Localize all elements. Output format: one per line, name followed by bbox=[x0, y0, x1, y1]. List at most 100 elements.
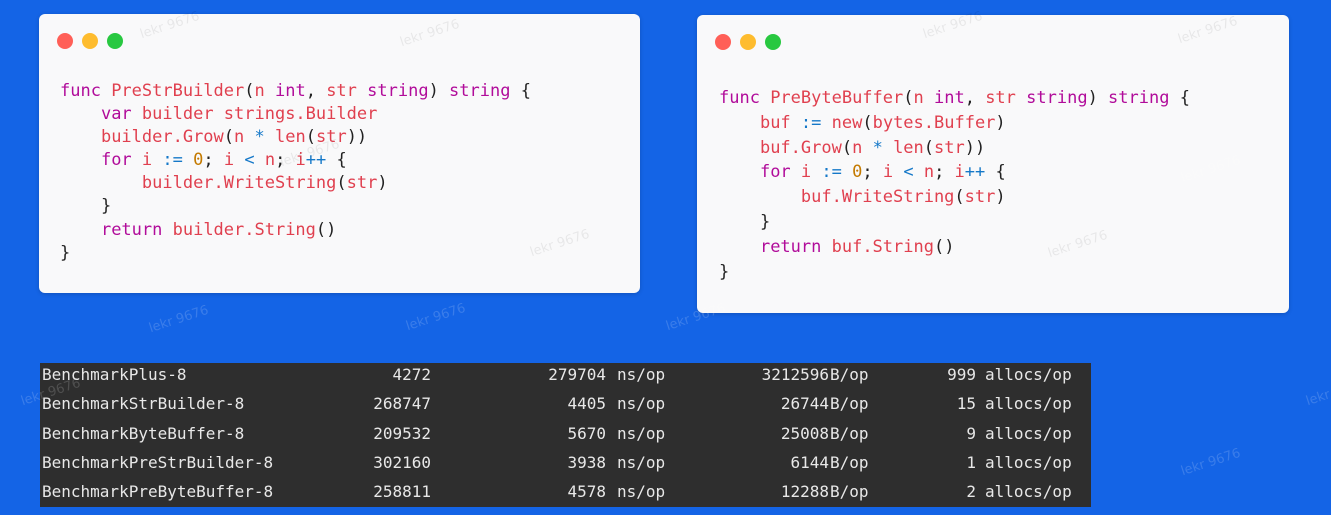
code-token: i bbox=[295, 150, 306, 171]
code-token: n bbox=[852, 137, 873, 158]
bytes-per-op-unit: B/op bbox=[830, 423, 869, 443]
code-window-left: func PreStrBuilder(n int, str string) st… bbox=[39, 9, 640, 293]
allocs-per-op-unit: allocs/op bbox=[985, 452, 1072, 472]
code-token: ) bbox=[995, 112, 1006, 133]
code-token: := bbox=[800, 112, 832, 133]
allocs-per-op-value: 2 bbox=[966, 482, 976, 502]
code-token: builder.String bbox=[172, 219, 316, 240]
bytes-per-op-unit: B/op bbox=[830, 482, 869, 502]
benchmark-row: BenchmarkPreStrBuilder-8 302160 3938 ns/op 6… bbox=[40, 451, 1091, 480]
code-token: str bbox=[346, 173, 378, 194]
benchmark-row: BenchmarkByteBuffer-8 209532 5670 ns/op 2500… bbox=[40, 422, 1091, 451]
window-controls bbox=[57, 33, 123, 49]
code-block-prestrbuilder: func PreStrBuilder(n int, str string) st… bbox=[60, 80, 531, 265]
code-token: < bbox=[244, 150, 265, 171]
code-token: string bbox=[367, 81, 429, 101]
code-line: return buf.String() bbox=[719, 235, 1190, 260]
benchmark-row: BenchmarkPreByteBuffer-8 258811 4578 ns/op 1… bbox=[40, 480, 1091, 509]
ns-per-op-unit: ns/op bbox=[617, 394, 666, 414]
code-token: ; bbox=[934, 162, 955, 183]
close-dot-icon bbox=[57, 33, 73, 49]
code-token: ; bbox=[275, 150, 296, 171]
code-token: { bbox=[995, 162, 1006, 183]
code-window-right: func PreByteBuffer(n int, str string) st… bbox=[697, 9, 1289, 313]
code-token: return bbox=[759, 236, 832, 257]
code-token: } bbox=[719, 261, 730, 282]
code-token: } bbox=[60, 196, 112, 217]
bytes-per-op-unit: B/op bbox=[830, 394, 869, 414]
code-token: 0 bbox=[852, 162, 863, 183]
code-token: str bbox=[964, 187, 996, 208]
code-token: ( bbox=[903, 88, 914, 108]
code-token: * bbox=[254, 127, 275, 148]
code-token: builder.WriteString bbox=[141, 173, 337, 194]
code-line: builder.Grow(n * len(str)) bbox=[60, 126, 531, 149]
minimize-dot-icon bbox=[740, 34, 756, 50]
bytes-per-op-unit: B/op bbox=[830, 365, 869, 384]
code-token: builder strings.Builder bbox=[141, 104, 378, 125]
ns-per-op-unit: ns/op bbox=[617, 365, 666, 384]
ns-per-op-value: 4578 bbox=[567, 482, 606, 502]
watermark: lekr 9676 bbox=[138, 8, 202, 43]
allocs-per-op-value: 15 bbox=[956, 394, 976, 414]
code-token: i bbox=[954, 162, 965, 183]
code-token: buf.Grow bbox=[759, 137, 842, 158]
bytes-per-op-value: 3212596 bbox=[761, 365, 829, 384]
code-token: := bbox=[162, 150, 194, 171]
watermark: lekr 9676 bbox=[1304, 376, 1331, 410]
code-token: str bbox=[985, 88, 1027, 108]
code-line: for i := 0; i < n; i++ { bbox=[60, 149, 531, 172]
code-line: for i := 0; i < n; i++ { bbox=[719, 160, 1190, 185]
code-token: func bbox=[60, 81, 112, 101]
code-token: n bbox=[913, 88, 934, 108]
code-token: ++ bbox=[964, 162, 996, 183]
code-token: ( bbox=[223, 127, 235, 148]
benchmark-name: BenchmarkByteBuffer-8 bbox=[42, 423, 245, 443]
code-token: ) bbox=[1087, 88, 1109, 108]
code-token: buf.String bbox=[831, 236, 934, 257]
code-token: bytes.Buffer bbox=[872, 112, 996, 133]
code-token: } bbox=[719, 211, 771, 232]
code-token: int bbox=[933, 88, 965, 108]
code-token: new bbox=[831, 112, 863, 133]
code-token: ( bbox=[841, 137, 853, 158]
watermark: lekr 9676 bbox=[921, 8, 985, 43]
bytes-per-op-value: 25008 bbox=[780, 423, 829, 443]
code-line: buf.WriteString(str) bbox=[719, 185, 1190, 210]
benchmark-name: BenchmarkStrBuilder-8 bbox=[42, 394, 245, 414]
code-line: builder.WriteString(str) bbox=[60, 172, 531, 195]
code-token: buf.WriteString bbox=[800, 187, 955, 208]
code-line: buf := new(bytes.Buffer) bbox=[719, 111, 1190, 136]
code-token: int bbox=[274, 81, 306, 101]
code-line: } bbox=[719, 260, 1190, 285]
code-token: := bbox=[821, 162, 853, 183]
maximize-dot-icon bbox=[107, 33, 123, 49]
code-token: ) bbox=[995, 187, 1006, 208]
code-token: < bbox=[903, 162, 924, 183]
iterations-value: 268747 bbox=[373, 394, 431, 414]
code-token: n bbox=[234, 127, 255, 148]
code-token: PreStrBuilder bbox=[111, 81, 245, 101]
ns-per-op-unit: ns/op bbox=[617, 482, 666, 502]
close-dot-icon bbox=[715, 34, 731, 50]
code-token: 0 bbox=[193, 150, 204, 171]
code-token: var bbox=[100, 104, 142, 125]
benchmark-name: BenchmarkPlus-8 bbox=[42, 365, 187, 384]
code-token: n bbox=[923, 162, 935, 183]
bytes-per-op-value: 6144 bbox=[790, 452, 829, 472]
bytes-per-op-value: 26744 bbox=[780, 394, 829, 414]
ns-per-op-value: 279704 bbox=[548, 365, 606, 384]
window-controls bbox=[715, 34, 781, 50]
code-line: func PreStrBuilder(n int, str string) st… bbox=[60, 80, 531, 103]
watermark: lekr 9676 bbox=[1179, 445, 1243, 480]
code-token: len bbox=[893, 137, 924, 158]
allocs-per-op-value: 999 bbox=[947, 365, 976, 384]
iterations-value: 4272 bbox=[392, 365, 431, 384]
code-token: ( bbox=[954, 187, 965, 208]
code-token: str bbox=[934, 137, 965, 158]
code-token: * bbox=[872, 137, 894, 158]
